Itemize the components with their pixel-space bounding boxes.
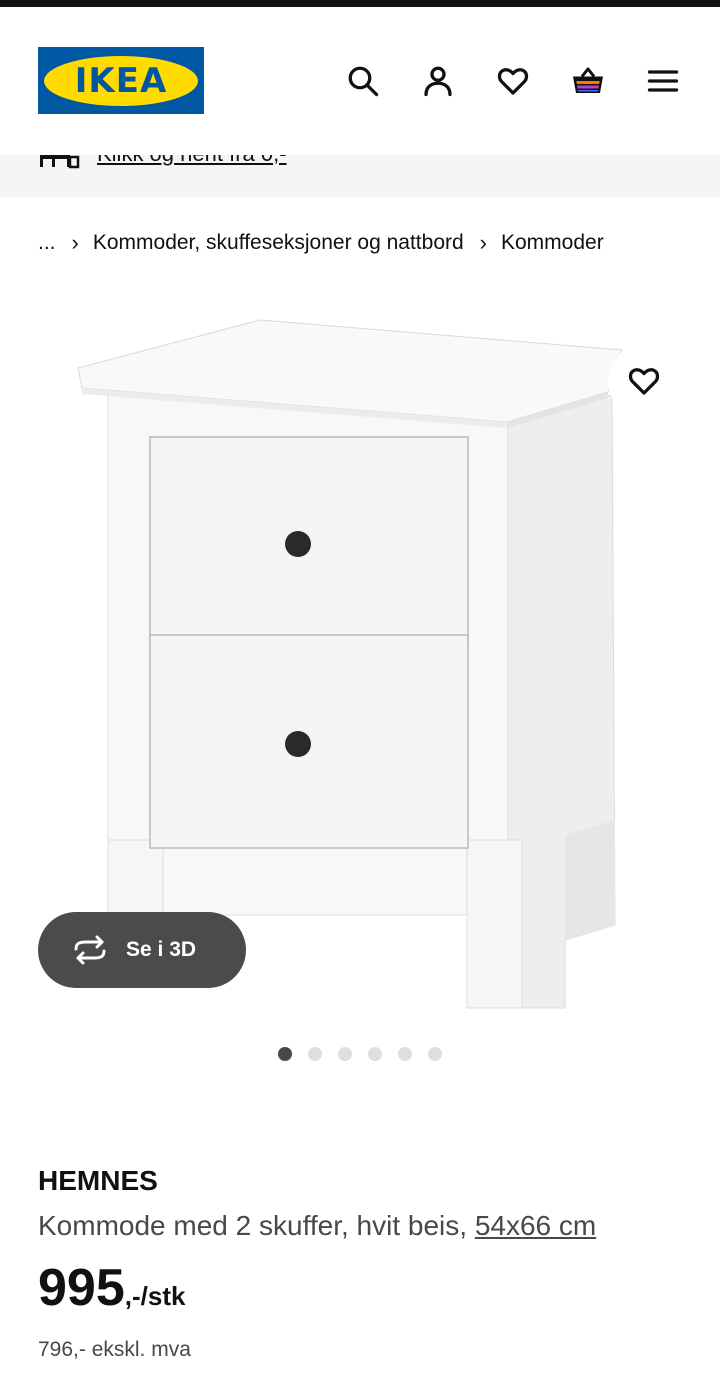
see-in-3d-label: Se i 3D	[126, 938, 197, 961]
gallery-dot[interactable]	[428, 1047, 442, 1061]
logo-text: IKEA	[74, 60, 168, 101]
menu-icon[interactable]	[641, 59, 685, 103]
product-name: HEMNES	[38, 1165, 158, 1196]
gallery-dot[interactable]	[398, 1047, 412, 1061]
status-strip	[0, 0, 720, 7]
gallery-dot[interactable]	[308, 1047, 322, 1061]
ikea-logo[interactable]: IKEA	[38, 47, 204, 114]
pickup-notice-bar: Klikk og hent fra 0,-	[0, 155, 720, 197]
breadcrumb-item-category[interactable]: Kommoder, skuffeseksjoner og nattbord	[93, 231, 464, 255]
search-icon[interactable]	[341, 59, 385, 103]
cart-icon[interactable]	[566, 59, 610, 103]
chevron-right-icon: ›	[479, 230, 487, 255]
site-header: IKEA	[0, 7, 720, 155]
price-suffix: ,-/stk	[124, 1281, 186, 1311]
gallery-dot[interactable]	[278, 1047, 292, 1061]
breadcrumb: ... › Kommoder, skuffeseksjoner og nattb…	[38, 228, 604, 258]
price-integer: 995	[38, 1259, 125, 1317]
chevron-right-icon: ›	[71, 230, 79, 255]
breadcrumb-ellipsis[interactable]: ...	[38, 231, 56, 255]
gallery-dot[interactable]	[368, 1047, 382, 1061]
gallery-pagination	[278, 1047, 442, 1061]
gallery-dot[interactable]	[338, 1047, 352, 1061]
price-excluding-vat: 796,- ekskl. mva	[38, 1338, 191, 1361]
store-pickup-icon	[40, 155, 80, 169]
pickup-link[interactable]: Klikk og hent fra 0,-	[97, 155, 287, 167]
product-description-text: Kommode med 2 skuffer, hvit beis,	[38, 1210, 475, 1241]
product-description: Kommode med 2 skuffer, hvit beis, 54x66 …	[38, 1210, 596, 1242]
heart-icon	[628, 368, 660, 395]
product-price: 995 ,-/stk	[38, 1262, 185, 1314]
rotate-3d-icon	[74, 935, 106, 965]
favourites-icon[interactable]	[491, 59, 535, 103]
save-favourite-button[interactable]	[608, 345, 680, 417]
see-in-3d-button[interactable]: Se i 3D	[38, 912, 246, 988]
account-icon[interactable]	[416, 59, 460, 103]
product-dimensions-link[interactable]: 54x66 cm	[475, 1210, 596, 1241]
logo-oval: IKEA	[44, 55, 198, 106]
breadcrumb-item-subcategory[interactable]: Kommoder	[501, 231, 604, 255]
